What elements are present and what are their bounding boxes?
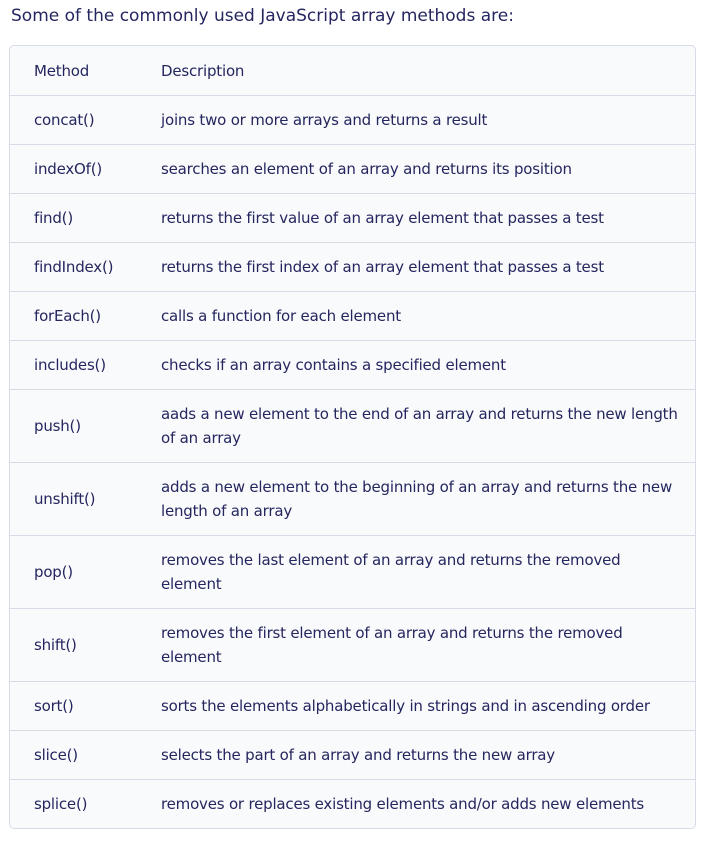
table-header-row: Method Description	[10, 46, 695, 96]
table-row: slice() selects the part of an array and…	[10, 730, 695, 780]
method-cell: pop()	[10, 535, 137, 609]
method-cell: forEach()	[10, 291, 137, 341]
description-cell: selects the part of an array and returns…	[137, 730, 695, 780]
table-row: indexOf() searches an element of an arra…	[10, 144, 695, 194]
intro-text: Some of the commonly used JavaScript arr…	[11, 6, 514, 26]
method-cell: splice()	[34, 795, 88, 813]
table-row: shift() removes the first element of an …	[10, 608, 695, 682]
description-cell: calls a function for each element	[137, 291, 695, 341]
method-cell: concat()	[10, 95, 137, 145]
table-row: find() returns the first value of an arr…	[10, 193, 695, 243]
description-cell: removes the first element of an array an…	[137, 608, 695, 682]
header-method: Method	[10, 46, 137, 96]
method-cell: indexOf()	[10, 144, 137, 194]
description-cell: removes or replaces existing elements an…	[161, 795, 645, 813]
method-cell: findIndex()	[10, 242, 137, 292]
table-row: unshift() adds a new element to the begi…	[10, 462, 695, 536]
description-cell: adds a new element to the beginning of a…	[137, 462, 695, 536]
table-row: push() aads a new element to the end of …	[10, 389, 695, 463]
array-methods-table: Method Description concat() joins two or…	[9, 45, 696, 829]
table-row: findIndex() returns the first index of a…	[10, 242, 695, 292]
method-cell: push()	[10, 389, 137, 463]
method-cell: find()	[10, 193, 137, 243]
method-cell: unshift()	[10, 462, 137, 536]
method-cell: shift()	[10, 608, 137, 682]
description-cell: removes the last element of an array and…	[137, 535, 695, 609]
description-cell: returns the first value of an array elem…	[137, 193, 695, 243]
table-row: concat() joins two or more arrays and re…	[10, 95, 695, 145]
description-cell: returns the first index of an array elem…	[137, 242, 695, 292]
table-row: sort() sorts the elements alphabetically…	[10, 681, 695, 731]
header-description: Description	[137, 46, 695, 96]
method-cell: slice()	[10, 730, 137, 780]
method-cell: sort()	[10, 681, 137, 731]
table-row: forEach() calls a function for each elem…	[10, 291, 695, 341]
description-cell: aads a new element to the end of an arra…	[137, 389, 695, 463]
description-cell: joins two or more arrays and returns a r…	[137, 95, 695, 145]
description-cell: checks if an array contains a specified …	[137, 340, 695, 390]
table-row: pop() removes the last element of an arr…	[10, 535, 695, 609]
description-cell: searches an element of an array and retu…	[137, 144, 695, 194]
description-cell: sorts the elements alphabetically in str…	[137, 681, 695, 731]
table-row: splice() removes or replaces existing el…	[10, 780, 695, 829]
table-row: includes() checks if an array contains a…	[10, 340, 695, 390]
method-cell: includes()	[10, 340, 137, 390]
